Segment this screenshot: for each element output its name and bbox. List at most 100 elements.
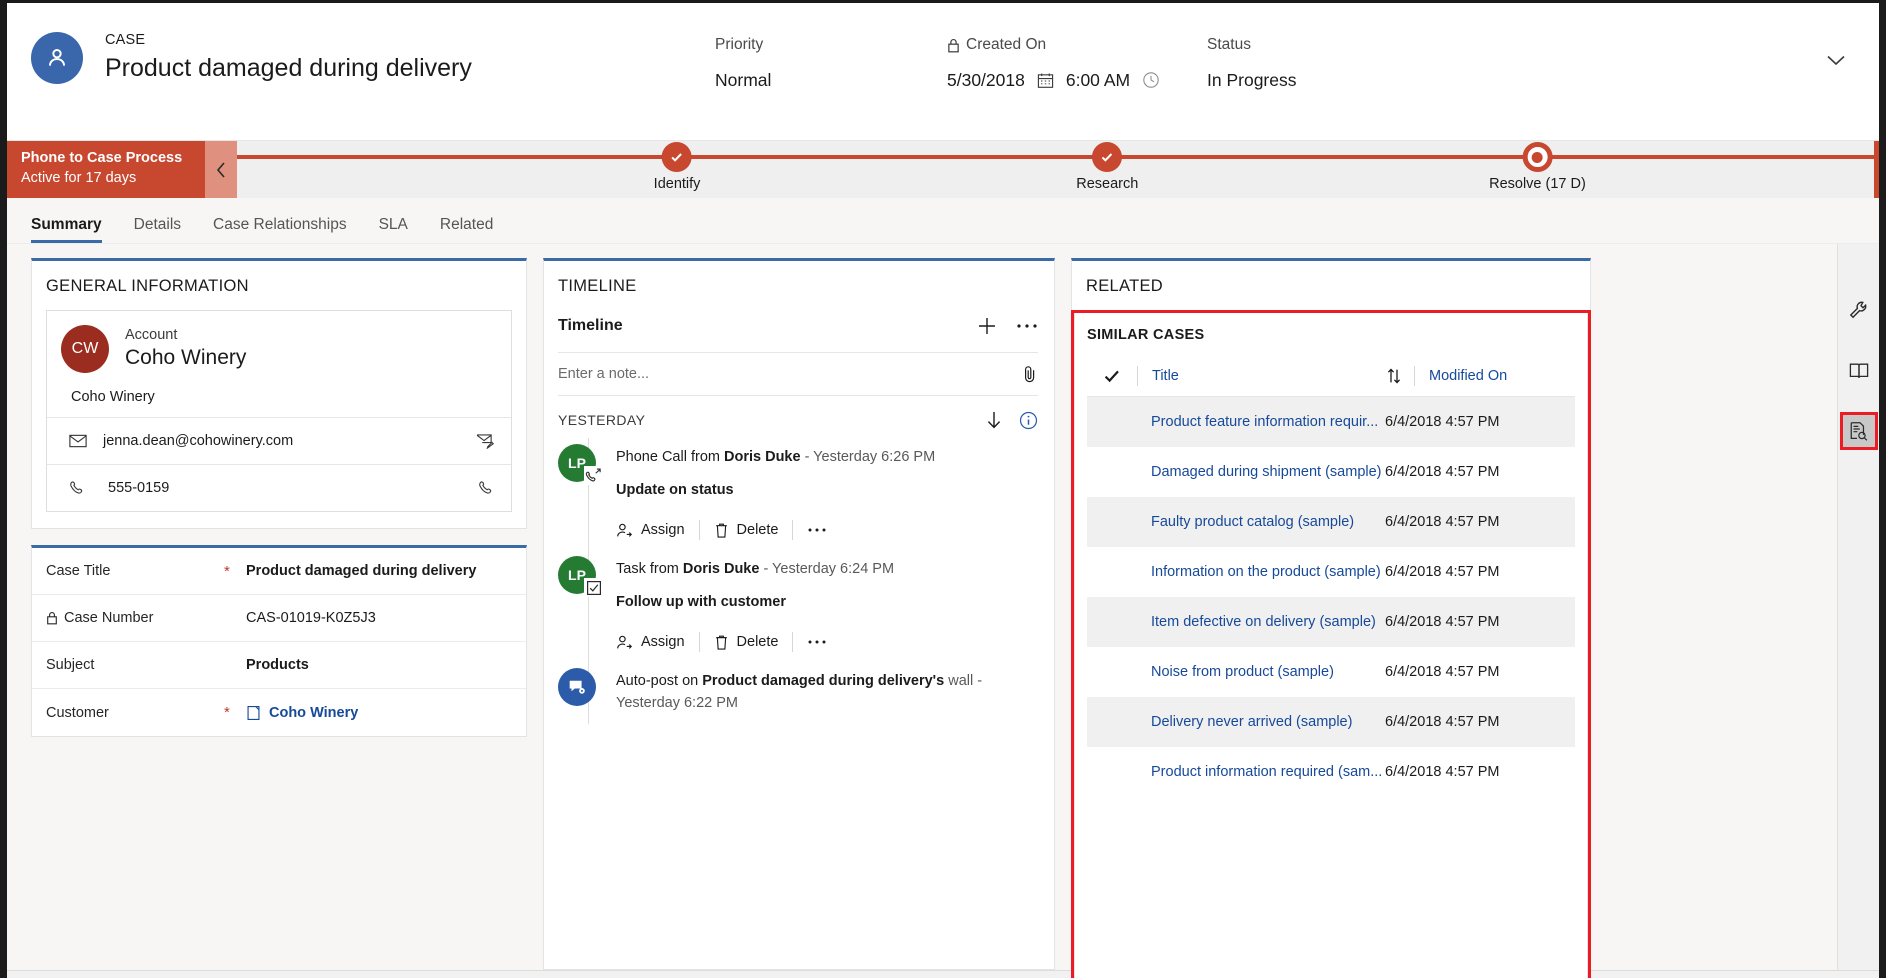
note-input-row[interactable]: Enter a note... [558,352,1038,396]
priority-value: Normal [715,70,772,90]
timeline-date-group: YESTERDAY [558,412,646,428]
similar-cases-grid: Title Modified On Product feature inform… [1087,355,1575,797]
table-row[interactable]: Delivery never arrived (sample) 6/4/2018… [1087,697,1575,747]
header-field-created-on[interactable]: Created On 5/30/2018 6:00 AM [939,35,1199,92]
paperclip-icon[interactable] [1020,364,1038,384]
table-row[interactable]: Faulty product catalog (sample) 6/4/2018… [1087,497,1575,547]
calendar-icon[interactable] [1037,72,1054,89]
table-row[interactable]: Product information required (sam... 6/4… [1087,747,1575,797]
column-header-title[interactable]: Title [1138,368,1374,384]
timeline-panel-title: Timeline [558,317,623,334]
delete-label: Delete [736,634,779,650]
similar-cases-highlight: SIMILAR CASES Title Modified On Product … [1071,310,1591,978]
status-value: In Progress [1207,70,1297,90]
status-label: Status [1207,36,1251,53]
field-value: Products [246,657,309,673]
case-title-link[interactable]: Product feature information requir... [1087,414,1385,430]
plus-icon[interactable] [976,315,998,337]
divider [698,632,700,652]
account-kind-label: Account [125,327,178,343]
assign-button[interactable]: Assign [616,522,699,539]
account-email-row[interactable]: jenna.dean@cohowinery.com [47,417,511,464]
divider [698,520,700,540]
case-title-link[interactable]: Faulty product catalog (sample) [1087,514,1385,530]
tab-case-relationships[interactable]: Case Relationships [213,216,363,243]
wrench-icon[interactable] [1840,292,1878,330]
header-field-priority[interactable]: Priority Normal [707,35,939,92]
task-checkbox-icon [584,578,603,597]
case-title-link[interactable]: Noise from product (sample) [1087,664,1385,680]
case-title-link[interactable]: Delivery never arrived (sample) [1087,714,1385,730]
clock-icon[interactable] [1142,71,1160,89]
account-phone-row[interactable]: 555-0159 [47,464,511,511]
created-on-value-wrap: 5/30/2018 6:00 AM [947,68,1199,92]
timeline-item-time: - Yesterday 6:24 PM [759,561,895,577]
chevron-down-icon[interactable] [1821,45,1851,75]
column-header-modified-on[interactable]: Modified On [1415,368,1575,384]
field-customer[interactable]: Customer * Coho Winery [32,689,526,736]
field-label: Customer [46,704,109,721]
info-icon[interactable] [1019,411,1038,430]
document-search-icon[interactable] [1839,412,1878,450]
field-case-title[interactable]: Case Title * Product damaged during deli… [32,548,526,595]
process-name: Phone to Case Process [21,150,183,166]
entity-identity: CASE Product damaged during delivery [7,3,707,85]
tab-sla[interactable]: SLA [379,216,424,243]
process-stage-research[interactable]: Research [1076,141,1138,192]
sort-updown-icon[interactable] [1374,367,1414,385]
field-label: Case Number [64,610,154,626]
ellipsis-icon[interactable] [1016,322,1038,330]
ellipsis-icon [807,638,827,646]
side-rail [1837,244,1879,970]
timeline-item-time: - Yesterday 6:26 PM [800,449,936,465]
delete-button[interactable]: Delete [714,634,793,651]
case-title-link[interactable]: Product information required (sam... [1087,764,1385,780]
timeline-item-prefix: Auto-post on [616,673,703,689]
timeline-item-phone-call[interactable]: LP Phone Call from Doris Duke - Yesterda [558,438,1054,550]
phone-call-icon[interactable] [478,480,495,497]
delete-button[interactable]: Delete [714,522,793,539]
account-record-icon [246,705,261,721]
page-title: Product damaged during delivery [105,54,472,82]
field-value-link-wrap[interactable]: Coho Winery [246,705,358,721]
field-subject[interactable]: Subject Products [32,642,526,689]
timeline-item-auto-post[interactable]: Auto-post on Product damaged during deli… [558,662,1054,724]
timeline-item-actor: Doris Duke [682,561,760,577]
arrow-down-icon[interactable] [985,410,1003,430]
process-stage-identify[interactable]: Identify [653,141,701,192]
field-value: Product damaged during delivery [246,563,477,579]
account-header: CW Account Coho Winery [47,311,511,383]
process-stage-label: Identify [653,176,701,192]
more-commands-button[interactable] [807,526,841,534]
table-row[interactable]: Noise from product (sample) 6/4/2018 4:5… [1087,647,1575,697]
book-icon[interactable] [1840,352,1878,390]
tab-summary[interactable]: Summary [31,216,118,243]
timeline-item-task[interactable]: LP Task from Doris Duke - Yesterday 6:24 [558,550,1054,662]
timeline-item-header: Phone Call from Doris Duke - Yesterday 6… [616,446,1040,468]
tab-related[interactable]: Related [440,216,509,243]
process-name-block[interactable]: Phone to Case Process Active for 17 days [7,141,205,198]
table-row[interactable]: Product feature information requir... 6/… [1087,397,1575,447]
compose-mail-icon[interactable] [476,433,495,449]
chevron-left-icon[interactable] [205,141,237,198]
case-title-link[interactable]: Item defective on delivery (sample) [1087,614,1385,630]
more-commands-button[interactable] [807,638,841,646]
timeline-column: TIMELINE Timeline Enter a note... YESTER… [543,258,1055,970]
timeline-date-group-row: YESTERDAY [544,396,1054,438]
table-row[interactable]: Damaged during shipment (sample) 6/4/201… [1087,447,1575,497]
trash-icon [714,522,729,539]
grid-header-row: Title Modified On [1087,355,1575,397]
tab-details[interactable]: Details [134,216,197,243]
case-title-link[interactable]: Damaged during shipment (sample) [1087,464,1385,480]
header-field-status[interactable]: Status In Progress [1199,35,1449,92]
process-stage-resolve[interactable]: Resolve (17 D) [1489,141,1586,192]
table-row[interactable]: Item defective on delivery (sample) 6/4/… [1087,597,1575,647]
general-information-column: GENERAL INFORMATION CW Account Coho Wine… [31,258,527,970]
checkmark-icon[interactable] [1087,368,1137,384]
assign-button[interactable]: Assign [616,634,699,651]
created-on-time: 6:00 AM [1065,70,1131,90]
table-row[interactable]: Information on the product (sample) 6/4/… [1087,547,1575,597]
assign-user-icon [616,634,633,651]
timeline-item-actor: Product damaged during delivery's [702,673,945,689]
case-title-link[interactable]: Information on the product (sample) [1087,564,1385,580]
